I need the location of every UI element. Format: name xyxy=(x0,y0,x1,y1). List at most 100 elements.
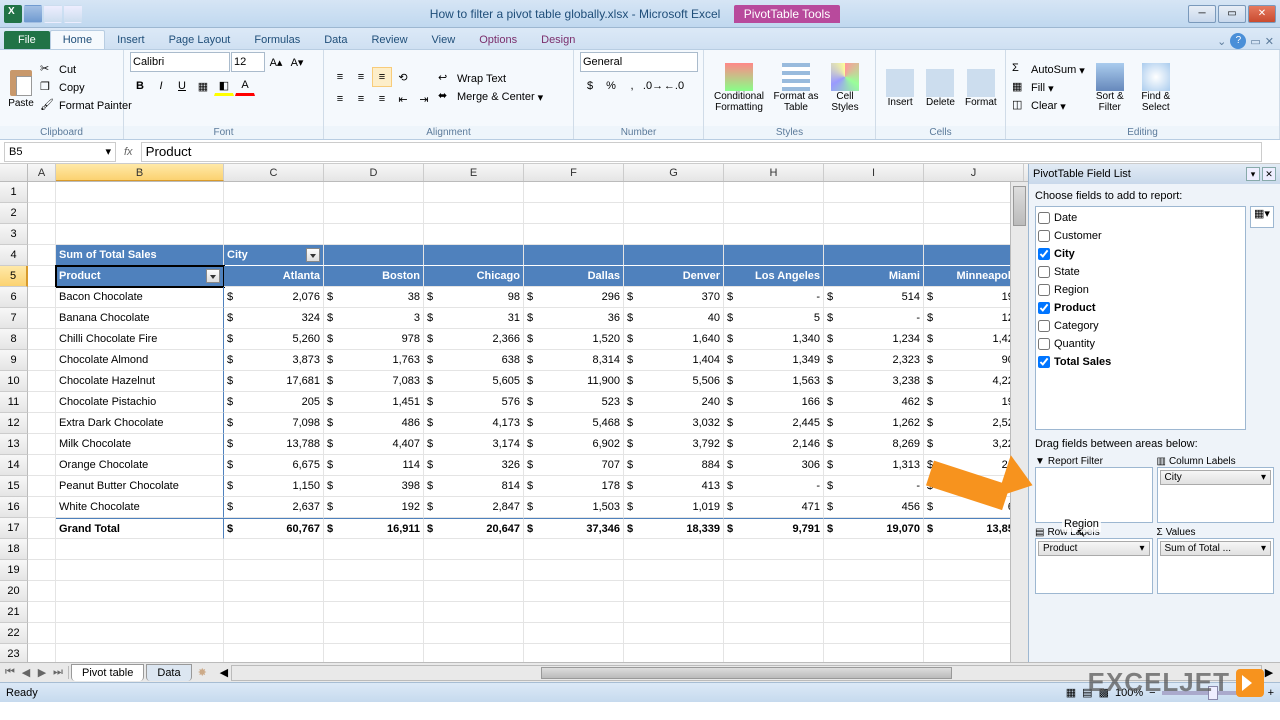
pivot-column-header[interactable]: Minneapolis xyxy=(924,266,1024,287)
cell[interactable] xyxy=(28,224,56,245)
maximize-button[interactable]: ▭ xyxy=(1218,5,1246,23)
insert-cells-button[interactable]: Insert xyxy=(882,69,918,108)
fill-color-button[interactable]: ◧ xyxy=(214,76,234,96)
field-checkbox[interactable] xyxy=(1038,212,1050,224)
currency-symbol[interactable]: $ xyxy=(624,413,642,434)
cell[interactable] xyxy=(224,182,324,203)
decrease-font-icon[interactable]: A▾ xyxy=(287,52,307,72)
cell[interactable] xyxy=(524,623,624,644)
row-header[interactable]: 23 xyxy=(0,644,28,662)
worksheet-grid[interactable]: ABCDEFGHIJ 12345678910111213141516171819… xyxy=(0,164,1028,662)
currency-symbol[interactable]: $ xyxy=(724,455,742,476)
tab-file[interactable]: File xyxy=(4,31,50,49)
cell[interactable] xyxy=(624,224,724,245)
pivot-value[interactable]: 707 xyxy=(542,455,624,476)
comma-icon[interactable]: , xyxy=(622,76,642,96)
field-item[interactable]: Date xyxy=(1038,209,1243,227)
field-checkbox[interactable] xyxy=(1038,320,1050,332)
pivot-row-label[interactable]: Peanut Butter Chocolate xyxy=(56,476,224,497)
pivot-value[interactable]: 8,269 xyxy=(842,434,924,455)
cell[interactable] xyxy=(56,623,224,644)
autosum-button[interactable]: ΣAutoSum ▾ xyxy=(1012,62,1085,78)
cell[interactable] xyxy=(624,539,724,560)
field-checkbox[interactable] xyxy=(1038,356,1050,368)
currency-symbol[interactable]: $ xyxy=(224,434,242,455)
tab-design[interactable]: Design xyxy=(529,31,587,49)
area-item[interactable]: City▾ xyxy=(1160,470,1272,485)
currency-symbol[interactable]: $ xyxy=(724,287,742,308)
currency-symbol[interactable]: $ xyxy=(624,308,642,329)
row-header[interactable]: 5 xyxy=(0,266,28,287)
cell[interactable] xyxy=(824,581,924,602)
report-filter-area[interactable]: Region ↖ xyxy=(1035,467,1153,523)
pivot-value[interactable]: 3,238 xyxy=(842,371,924,392)
pivot-value[interactable]: 306 xyxy=(742,455,824,476)
minimize-ribbon-icon[interactable]: ⌄ xyxy=(1217,35,1226,48)
cell[interactable] xyxy=(28,644,56,662)
pivot-value[interactable]: 1,019 xyxy=(642,497,724,518)
currency-symbol[interactable]: $ xyxy=(324,434,342,455)
format-cells-button[interactable]: Format xyxy=(963,69,999,108)
row-header[interactable]: 18 xyxy=(0,539,28,560)
cell[interactable] xyxy=(424,623,524,644)
row-header[interactable]: 10 xyxy=(0,371,28,392)
field-checkbox[interactable] xyxy=(1038,302,1050,314)
currency-symbol[interactable]: $ xyxy=(424,455,442,476)
values-area[interactable]: Sum of Total ...▾ xyxy=(1157,538,1275,594)
format-as-table-button[interactable]: Format as Table xyxy=(772,63,820,113)
chevron-down-icon[interactable]: ▾ xyxy=(1261,543,1266,554)
pivot-row-label[interactable]: Chocolate Pistachio xyxy=(56,392,224,413)
pivot-column-header[interactable]: Los Angeles xyxy=(724,266,824,287)
field-checkbox[interactable] xyxy=(1038,266,1050,278)
pivot-row-label[interactable]: Extra Dark Chocolate xyxy=(56,413,224,434)
currency-symbol[interactable]: $ xyxy=(224,497,242,518)
pivot-value[interactable]: 8,314 xyxy=(542,350,624,371)
currency-symbol[interactable]: $ xyxy=(924,455,942,476)
cell[interactable] xyxy=(524,560,624,581)
bold-button[interactable]: B xyxy=(130,76,150,96)
column-header[interactable]: J xyxy=(924,164,1024,181)
cell[interactable] xyxy=(924,182,1024,203)
currency-symbol[interactable]: $ xyxy=(724,434,742,455)
cell[interactable] xyxy=(324,539,424,560)
minimize-button[interactable]: ─ xyxy=(1188,5,1216,23)
format-painter-button[interactable]: 🖌Format Painter xyxy=(40,98,132,114)
cell[interactable] xyxy=(28,476,56,497)
first-sheet-icon[interactable]: ⏮ xyxy=(2,666,18,679)
currency-symbol[interactable]: $ xyxy=(924,476,942,497)
cell[interactable] xyxy=(724,602,824,623)
pivot-value[interactable]: 2,847 xyxy=(442,497,524,518)
pivot-value[interactable]: 1,640 xyxy=(642,329,724,350)
window-close-icon[interactable]: ✕ xyxy=(1265,35,1274,48)
pivot-value[interactable]: 6,675 xyxy=(242,455,324,476)
cell[interactable] xyxy=(924,203,1024,224)
pivot-value[interactable]: 36 xyxy=(542,308,624,329)
tab-review[interactable]: Review xyxy=(359,31,419,49)
currency-symbol[interactable]: $ xyxy=(524,434,542,455)
currency-symbol[interactable]: $ xyxy=(624,392,642,413)
pivot-value[interactable]: 471 xyxy=(742,497,824,518)
cell[interactable] xyxy=(624,245,724,266)
pivot-value[interactable]: - xyxy=(842,476,924,497)
pivot-row-label[interactable]: Orange Chocolate xyxy=(56,455,224,476)
cell[interactable] xyxy=(28,497,56,518)
currency-symbol[interactable]: $ xyxy=(624,434,642,455)
align-bottom-icon[interactable]: ≡ xyxy=(372,67,392,87)
field-checkbox[interactable] xyxy=(1038,230,1050,242)
cell[interactable] xyxy=(56,581,224,602)
cell[interactable] xyxy=(28,623,56,644)
pivot-row-label[interactable]: Chocolate Hazelnut xyxy=(56,371,224,392)
cell[interactable] xyxy=(28,413,56,434)
cell[interactable] xyxy=(224,602,324,623)
pivot-blank[interactable] xyxy=(324,245,424,266)
currency-symbol[interactable]: $ xyxy=(924,413,942,434)
currency-symbol[interactable]: $ xyxy=(824,392,842,413)
cell[interactable] xyxy=(824,245,924,266)
pivot-value[interactable]: 296 xyxy=(542,287,624,308)
pivot-value[interactable]: 3,174 xyxy=(442,434,524,455)
vertical-scrollbar[interactable] xyxy=(1010,182,1028,662)
pivot-value[interactable]: 240 xyxy=(642,392,724,413)
currency-symbol[interactable]: $ xyxy=(324,497,342,518)
cell[interactable] xyxy=(724,644,824,662)
pivot-value[interactable]: 1,451 xyxy=(342,392,424,413)
